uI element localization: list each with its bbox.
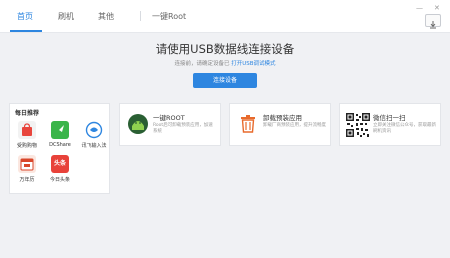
tab-one-click-root[interactable]: 一键Root: [152, 11, 186, 22]
shopping-bag-icon: [18, 121, 36, 139]
trash-icon: [237, 112, 259, 136]
connect-device-button[interactable]: 连接设备: [193, 73, 257, 88]
tab-divider: [140, 11, 141, 21]
app-shopping[interactable]: 受购购物: [13, 121, 41, 149]
tab-home[interactable]: 首页: [17, 11, 33, 22]
download-icon: [430, 21, 436, 29]
toutiao-icon: 头条: [51, 155, 69, 173]
card-wechat-scan[interactable]: 微信扫一扫 立即关注微信公众号，获取最新刷机资讯: [339, 103, 441, 146]
card-desc: 立即关注微信公众号，获取最新刷机资讯: [373, 123, 436, 134]
top-nav-bar: 首页 刷机 其他 一键Root — ✕: [0, 0, 450, 33]
download-button[interactable]: [425, 14, 441, 29]
app-ifly-input[interactable]: 讯飞输入法: [80, 121, 108, 149]
toutiao-logo-text: 头条: [53, 160, 66, 167]
connect-hint: 连接前，请确定设备已 打开USB调试模式: [0, 59, 450, 67]
app-calendar[interactable]: 万年历: [13, 155, 41, 183]
card-title: 卸载预装应用: [263, 114, 302, 122]
app-label: 万年历: [19, 177, 35, 183]
app-label: 今日头条: [49, 177, 70, 183]
card-desc: Root后可卸载预装应用，加速系统: [153, 123, 213, 134]
card-desc: 卸载厂商预装应用，提升流畅度: [263, 123, 326, 128]
daily-recommend-panel: 每日推荐 受购购物 DCShare 讯飞输入法 万年历 头条 今日头条: [9, 103, 110, 194]
tab-other[interactable]: 其他: [98, 11, 114, 22]
tab-flash[interactable]: 刷机: [58, 11, 74, 22]
app-dcshare[interactable]: DCShare: [46, 121, 74, 148]
card-one-click-root[interactable]: 一键ROOT Root后可卸载预装应用，加速系统: [119, 103, 221, 146]
usb-debug-link[interactable]: 打开USB调试模式: [231, 61, 275, 67]
app-label: 受购购物: [16, 143, 37, 149]
connect-heading: 请使用USB数据线连接设备: [155, 42, 295, 56]
close-button[interactable]: ✕: [434, 4, 440, 12]
card-uninstall-preinstalled[interactable]: 卸载预装应用 卸载厂商预装应用，提升流畅度: [229, 103, 331, 146]
active-tab-indicator: [10, 30, 42, 32]
card-title: 微信扫一扫: [373, 114, 406, 122]
minimize-button[interactable]: —: [416, 4, 423, 12]
connect-hint-text: 连接前，请确定设备已: [174, 61, 230, 67]
dcshare-icon: [51, 121, 69, 139]
app-label: 讯飞输入法: [81, 143, 107, 149]
daily-recommend-title: 每日推荐: [15, 110, 40, 117]
qr-code-icon: [345, 111, 371, 139]
app-toutiao[interactable]: 头条 今日头条: [46, 155, 74, 183]
app-label: DCShare: [49, 142, 71, 148]
root-android-icon: [127, 112, 149, 136]
card-title: 一键ROOT: [153, 114, 185, 122]
ifly-input-icon: [85, 121, 103, 139]
calendar-icon: [18, 155, 36, 173]
